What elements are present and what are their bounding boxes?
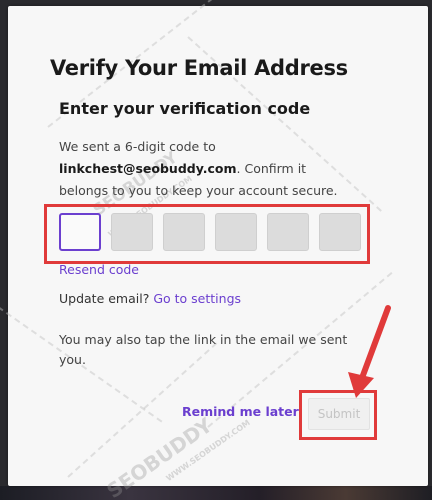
annotation-arrow-icon	[348, 305, 391, 398]
go-to-settings-link[interactable]: Go to settings	[153, 291, 241, 306]
code-digit-4[interactable]	[215, 213, 257, 251]
code-digit-5[interactable]	[267, 213, 309, 251]
tap-link-note: You may also tap the link in the email w…	[59, 332, 348, 367]
code-digit-2[interactable]	[111, 213, 153, 251]
watermark-domain: WWW.SEOBUDDY.COM	[164, 418, 252, 483]
email-address: linkchest@seobuddy.com	[59, 161, 237, 176]
verification-code-inputs	[59, 213, 361, 251]
background-strip	[0, 486, 432, 500]
code-digit-3[interactable]	[163, 213, 205, 251]
section-subtitle: Enter your verification code	[59, 99, 311, 118]
instructions-text: We sent a 6-digit code to linkchest@seob…	[59, 136, 359, 202]
code-digit-6[interactable]	[319, 213, 361, 251]
update-email-row: Update email? Go to settings	[59, 291, 241, 306]
resend-code-link[interactable]: Resend code	[59, 262, 139, 277]
page-title: Verify Your Email Address	[50, 56, 348, 80]
submit-button[interactable]: Submit	[308, 398, 370, 430]
code-digit-1[interactable]	[59, 213, 101, 251]
remind-me-later-button[interactable]: Remind me later	[182, 404, 299, 419]
update-email-label: Update email?	[59, 291, 150, 306]
instructions-prefix: We sent a 6-digit code to	[59, 139, 216, 154]
